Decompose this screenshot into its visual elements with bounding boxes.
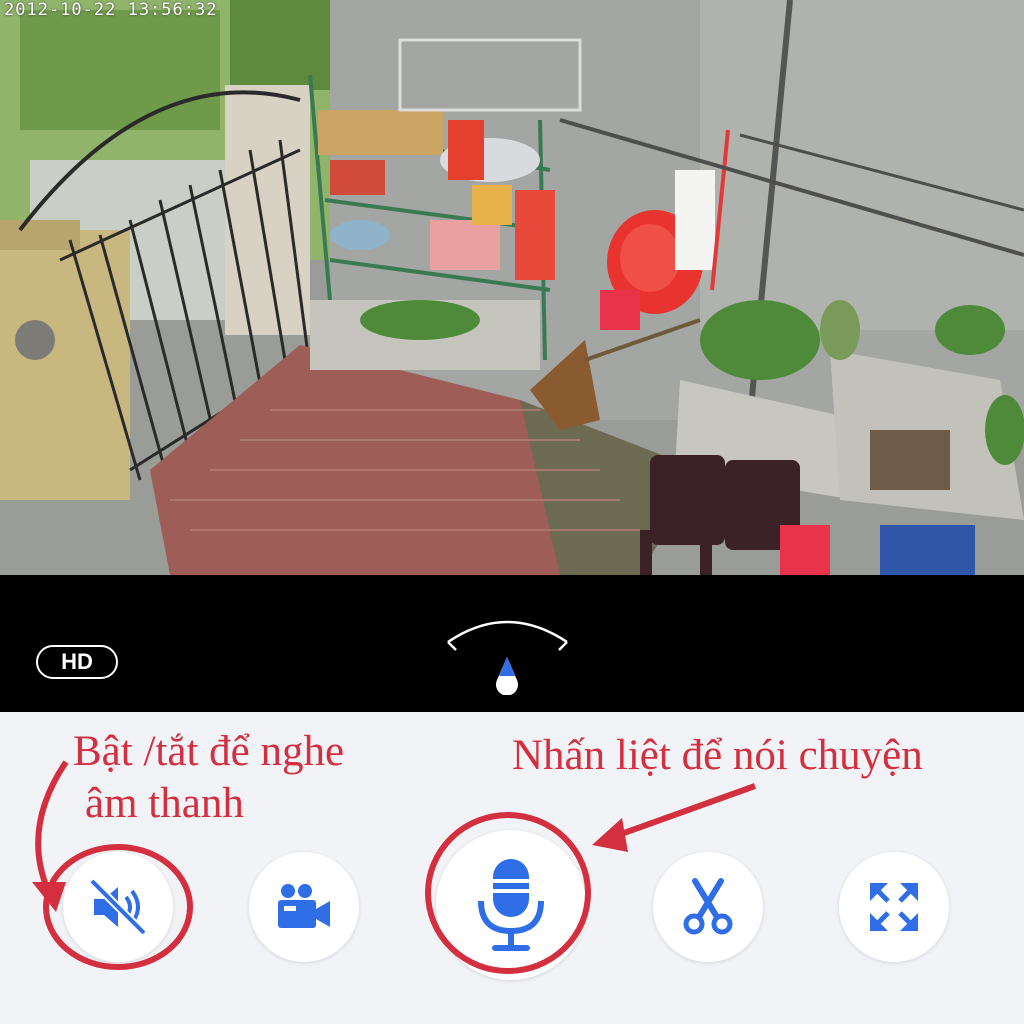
video-camera-icon <box>278 884 330 928</box>
timestamp-overlay: 2012-10-22 13:56:32 <box>4 0 218 20</box>
fullscreen-button[interactable] <box>839 852 949 962</box>
expand-arrows-icon <box>870 883 918 931</box>
pan-direction-arc-icon <box>440 610 575 700</box>
microphone-icon <box>478 859 544 951</box>
camera-feed[interactable]: 2012-10-22 13:56:32 <box>0 0 1024 575</box>
bottom-toolbar: Bật /tắt để nghe âm thanh Nhấn liệt để n… <box>0 712 1024 1024</box>
annotation-talk: Nhấn liệt để nói chuyện <box>512 732 923 779</box>
speaker-muted-icon <box>89 878 147 936</box>
camera-scene <box>0 0 1024 575</box>
control-strip: HD <box>0 575 1024 712</box>
talk-button[interactable] <box>436 830 586 980</box>
scissors-icon <box>683 878 733 935</box>
annotation-audio-line2: âm thanh <box>85 780 244 827</box>
clip-button[interactable] <box>653 852 763 962</box>
annotation-audio-line1: Bật /tắt để nghe <box>73 728 345 775</box>
hd-quality-toggle[interactable]: HD <box>36 645 118 679</box>
mute-audio-button[interactable] <box>63 852 173 962</box>
annotation-audio-toggle: Bật /tắt để nghe âm thanh <box>73 726 344 830</box>
record-video-button[interactable] <box>249 852 359 962</box>
